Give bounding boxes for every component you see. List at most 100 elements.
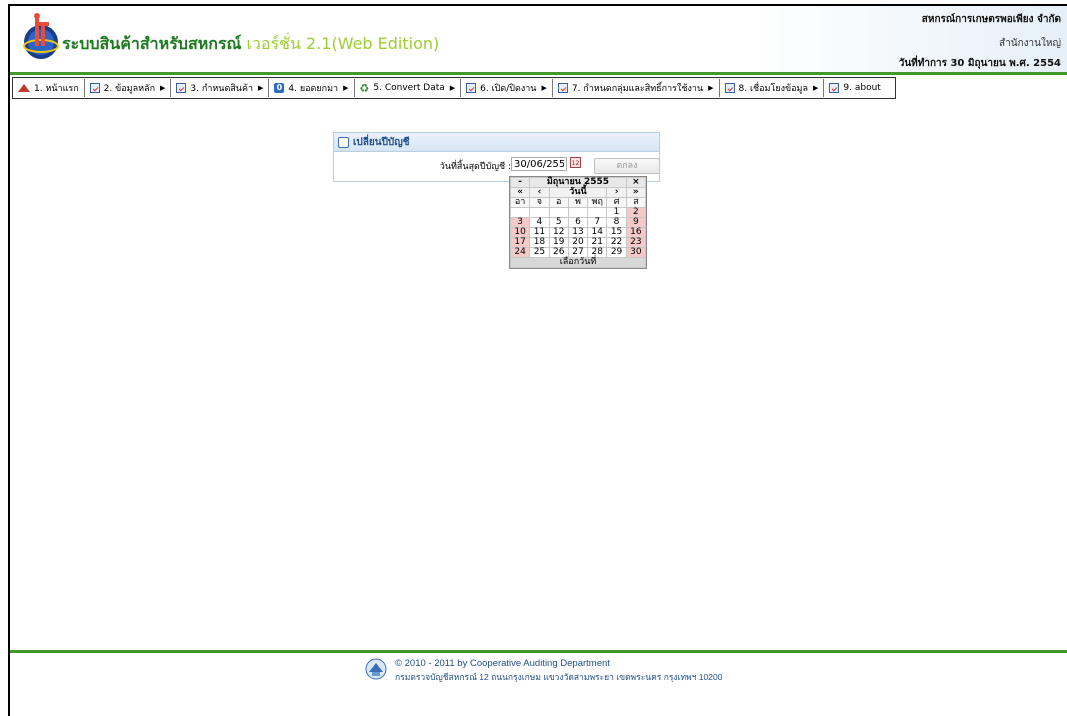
menu-item-home[interactable]: 1. หน้าแรก [13, 79, 85, 97]
org-name: สหกรณ์การเกษตรพอเพียง จำกัด [921, 14, 1061, 25]
calendar-day[interactable]: 29 [606, 247, 627, 258]
calendar-empty-cell [567, 207, 589, 218]
calendar-day[interactable]: 17 [509, 237, 531, 248]
fiscal-year-row: วันที่สิ้นสุดปีบัญชี : 12 ตกลง [334, 155, 660, 175]
calendar-day[interactable]: 1 [606, 207, 627, 218]
calendar-day-selected[interactable]: 30 [625, 247, 647, 258]
document-icon [557, 83, 568, 93]
weekday-header: อ [548, 197, 569, 208]
menu-item-label: 5. Convert Data [373, 83, 445, 93]
home-icon [18, 84, 30, 92]
work-date: วันที่ทำการ 30 มิถุนายน พ.ศ. 2554 [898, 58, 1061, 69]
fiscal-year-end-input[interactable] [511, 157, 567, 171]
it-logo-icon [23, 13, 59, 59]
weekday-header: พฤ [587, 197, 608, 208]
menu-item-label: 1. หน้าแรก [34, 84, 79, 94]
document-icon [724, 83, 735, 93]
menu-item-label: 7. กำหนดกลุ่มและสิทธิ์การใช้งาน [571, 84, 704, 94]
app-title: ระบบสินค้าสำหรับสหกรณ์ เวอร์ชั่น 2.1(Web… [62, 32, 439, 57]
calendar-empty-cell [587, 207, 608, 218]
document-icon [176, 83, 187, 93]
calendar-day[interactable]: 3 [509, 217, 531, 228]
calendar-day[interactable]: 11 [529, 227, 550, 238]
menu-item-open-close[interactable]: 6. เปิด/ปิดงาน ▶ [461, 79, 553, 97]
menu-item-about[interactable]: 9. about [824, 79, 894, 97]
calendar-day[interactable]: 15 [606, 227, 627, 238]
calendar-empty-cell [509, 207, 531, 218]
header: ระบบสินค้าสำหรับสหกรณ์ เวอร์ชั่น 2.1(Web… [10, 6, 1067, 72]
menu-item-groups-permissions[interactable]: 7. กำหนดกลุ่มและสิทธิ์การใช้งาน ▶ [553, 79, 720, 97]
menu-item-label: 3. กำหนดสินค้า [190, 84, 254, 94]
submenu-arrow-icon: ▶ [343, 84, 349, 92]
calendar-day[interactable]: 19 [548, 237, 569, 248]
fiscal-year-end-label: วันที่สิ้นสุดปีบัญชี : [439, 162, 511, 172]
weekday-header: พ [567, 197, 589, 208]
ok-button[interactable]: ตกลง [594, 158, 660, 174]
calendar-icon[interactable]: 12 [570, 157, 581, 168]
panel-icon [338, 136, 349, 148]
menu-item-convert-data[interactable]: ♻ 5. Convert Data ▶ [355, 79, 462, 97]
calendar-day[interactable]: 24 [509, 247, 531, 258]
document-icon [466, 83, 477, 93]
weekday-header: อา [509, 197, 531, 208]
calendar-day[interactable]: 10 [509, 227, 531, 238]
calendar-day[interactable]: 9 [625, 217, 647, 228]
calendar-day[interactable]: 2 [625, 207, 647, 218]
calendar-day[interactable]: 18 [529, 237, 550, 248]
menu-item-label: 2. ข้อมูลหลัก [103, 84, 156, 94]
weekday-header: ศ [606, 197, 627, 208]
main-menu: 1. หน้าแรก 2. ข้อมูลหลัก ▶ 3. กำหนดสินค้… [12, 77, 896, 99]
date-picker: - มิถุนายน 2555 × « ‹ วันนี้ › » อา จ อ … [509, 176, 647, 269]
calendar-empty-cell [529, 207, 550, 218]
calendar-day[interactable]: 20 [567, 237, 589, 248]
copyright-text: © 2010 - 2011 by Cooperative Auditing De… [395, 658, 610, 669]
calendar-day[interactable]: 7 [587, 217, 608, 228]
submenu-arrow-icon: ▶ [541, 84, 547, 92]
calendar-day[interactable]: 13 [567, 227, 589, 238]
calendar-close-button[interactable]: × [625, 177, 647, 188]
department-seal-icon [365, 658, 387, 680]
calendar-next-month-button[interactable]: › [606, 187, 627, 198]
calendar-day[interactable]: 4 [529, 217, 550, 228]
menu-item-label: 8. เชื่อมโยงข้อมูล [738, 84, 808, 94]
calendar-day[interactable]: 8 [606, 217, 627, 228]
calendar-day[interactable]: 6 [567, 217, 589, 228]
weekday-header: จ [529, 197, 550, 208]
calendar-day[interactable]: 12 [548, 227, 569, 238]
calendar-prev-year-button[interactable]: « [509, 187, 531, 198]
app-title-version: เวอร์ชั่น 2.1(Web Edition) [241, 34, 440, 53]
calendar-day[interactable]: 16 [625, 227, 647, 238]
header-divider [10, 72, 1067, 75]
calendar-day[interactable]: 14 [587, 227, 608, 238]
calendar-day[interactable]: 26 [548, 247, 569, 258]
calendar-day[interactable]: 25 [529, 247, 550, 258]
menu-item-opening-balance[interactable]: 0 4. ยอดยกมา ▶ [269, 79, 355, 97]
menu-item-data-link[interactable]: 8. เชื่อมโยงข้อมูล ▶ [720, 79, 825, 97]
app-title-main: ระบบสินค้าสำหรับสหกรณ์ [62, 34, 242, 53]
menu-item-label: 4. ยอดยกมา [288, 84, 339, 94]
menu-item-label: 9. about [843, 83, 881, 93]
calendar-prev-month-button[interactable]: ‹ [529, 187, 550, 198]
menu-item-products[interactable]: 3. กำหนดสินค้า ▶ [171, 79, 270, 97]
footer: © 2010 - 2011 by Cooperative Auditing De… [365, 658, 785, 684]
submenu-arrow-icon: ▶ [449, 84, 456, 92]
calendar-day[interactable]: 23 [625, 237, 647, 248]
panel-header: เปลี่ยนปีบัญชี [334, 133, 659, 152]
calendar-day[interactable]: 27 [567, 247, 589, 258]
convert-icon: ♻ [359, 81, 370, 95]
address-text: กรมตรวจบัญชีสหกรณ์ 12 ถนนกรุงเกษม แขวงวั… [395, 672, 723, 682]
calendar-today-button[interactable]: วันนี้ [548, 187, 608, 198]
change-fiscal-year-panel: เปลี่ยนปีบัญชี วันที่สิ้นสุดปีบัญชี : 12… [333, 132, 660, 182]
calendar-day[interactable]: 28 [587, 247, 608, 258]
document-icon [829, 83, 840, 93]
calendar-day[interactable]: 5 [548, 217, 569, 228]
calendar-next-year-button[interactable]: » [625, 187, 647, 198]
calendar-day[interactable]: 22 [606, 237, 627, 248]
calendar-footer-status: เลือกวันที่ [510, 257, 646, 268]
calendar-month-title: มิถุนายน 2555 [529, 177, 627, 188]
branch-name: สำนักงานใหญ่ [999, 38, 1061, 49]
calendar-minus-button[interactable]: - [509, 177, 531, 188]
calendar-day[interactable]: 21 [587, 237, 608, 248]
app-frame: ระบบสินค้าสำหรับสหกรณ์ เวอร์ชั่น 2.1(Web… [8, 4, 1067, 716]
menu-item-master-data[interactable]: 2. ข้อมูลหลัก ▶ [85, 79, 172, 97]
